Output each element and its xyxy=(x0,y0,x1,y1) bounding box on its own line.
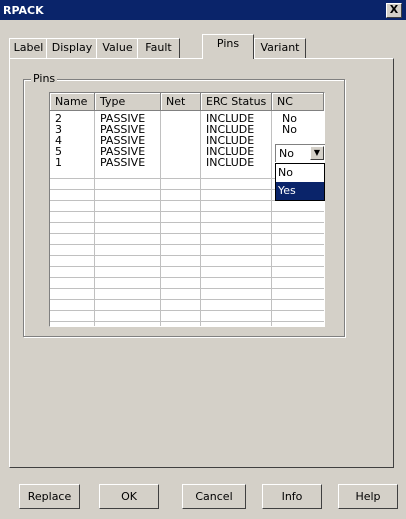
grid-row-line xyxy=(50,299,324,300)
grid-row-line xyxy=(50,310,324,311)
nc-option-no[interactable]: No xyxy=(276,164,324,182)
cell-net[interactable] xyxy=(161,146,201,157)
tab-pins[interactable]: Pins xyxy=(202,34,254,59)
grid-row-line xyxy=(50,321,324,322)
column-header-nc[interactable]: NC xyxy=(272,93,324,111)
cell-net[interactable] xyxy=(161,113,201,124)
title-bar: RPACK X xyxy=(0,0,406,20)
tab-display[interactable]: Display xyxy=(46,38,98,58)
cell-erc-status[interactable]: INCLUDE xyxy=(201,157,272,168)
cancel-button[interactable]: Cancel xyxy=(182,484,246,509)
grid-row-line xyxy=(50,288,324,289)
grid-row-line xyxy=(50,266,324,267)
tab-variant[interactable]: Variant xyxy=(254,38,306,58)
nc-combobox[interactable]: No ▼ xyxy=(275,144,325,162)
help-button[interactable]: Help xyxy=(338,484,398,509)
pins-group-label: Pins xyxy=(31,72,58,85)
cell-nc[interactable]: No xyxy=(277,124,324,135)
cell-name[interactable]: 1 xyxy=(50,157,95,168)
tab-value[interactable]: Value xyxy=(96,38,139,58)
grid-row-line xyxy=(50,277,324,278)
cell-net[interactable] xyxy=(161,124,201,135)
nc-combobox-value: No xyxy=(279,147,294,160)
info-button[interactable]: Info xyxy=(262,484,322,509)
replace-button[interactable]: Replace xyxy=(19,484,80,509)
tab-label[interactable]: Label xyxy=(9,38,48,58)
close-button[interactable]: X xyxy=(386,3,402,18)
grid-row-line xyxy=(50,233,324,234)
pins-grid[interactable]: Name Type Net ERC Status NC 2 PASSIVE IN… xyxy=(49,92,325,327)
nc-dropdown-list[interactable]: No Yes xyxy=(275,163,325,201)
column-header-name[interactable]: Name xyxy=(50,93,95,111)
column-header-erc-status[interactable]: ERC Status xyxy=(201,93,272,111)
cell-net[interactable] xyxy=(161,135,201,146)
cell-net[interactable] xyxy=(161,157,201,168)
tab-fault[interactable]: Fault xyxy=(137,38,180,58)
ok-button[interactable]: OK xyxy=(99,484,159,509)
grid-row-line xyxy=(50,255,324,256)
window-title: RPACK xyxy=(3,4,44,17)
column-header-type[interactable]: Type xyxy=(95,93,161,111)
grid-row-line xyxy=(50,222,324,223)
grid-row-line xyxy=(50,211,324,212)
cell-type[interactable]: PASSIVE xyxy=(95,157,161,168)
nc-option-yes[interactable]: Yes xyxy=(276,182,324,200)
chevron-down-icon[interactable]: ▼ xyxy=(310,146,324,160)
column-header-net[interactable]: Net xyxy=(161,93,201,111)
grid-row-line xyxy=(50,244,324,245)
